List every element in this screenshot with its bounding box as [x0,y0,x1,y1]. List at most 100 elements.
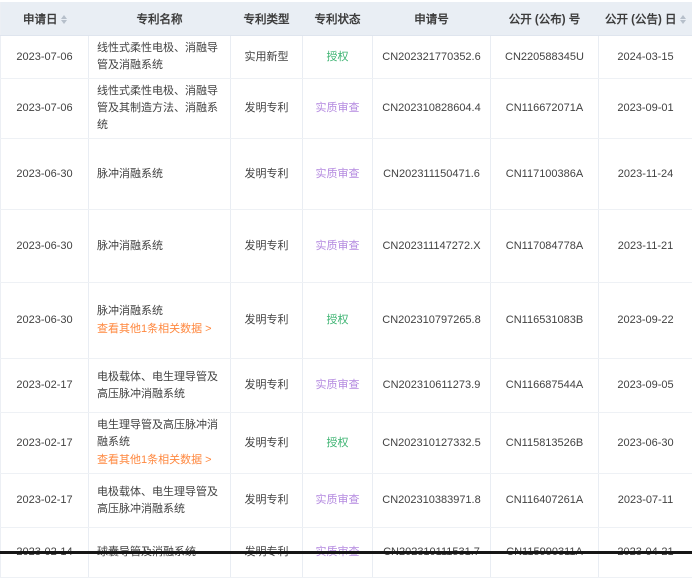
patent-name-cell: 线性式柔性电极、消融导管及消融系统 [89,36,231,79]
patent-name: 电极载体、电生理导管及高压脉冲消融系统 [97,369,222,403]
patent-name: 电生理导管及高压脉冲消融系统 [97,417,222,451]
publication-number-cell: CN115813526B [491,413,599,474]
application-number-cell: CN202310797265.8 [373,283,491,359]
view-related-data-link[interactable]: 查看其他1条相关数据 > [97,321,222,338]
status-badge: 实质审查 [316,102,360,114]
patent-name: 脉冲消融系统 [97,303,222,320]
patent-status-cell: 实质审查 [303,79,373,139]
publication-date-cell: 2023-09-05 [599,359,692,413]
status-badge: 授权 [327,51,349,63]
column-header-label: 申请号 [414,14,449,26]
patent-table-container: 申请日 专利名称 专利类型 专利状态 申请号 公开 (公布) 号 公开 (公告) 日 202… [0,0,692,578]
patent-status-cell: 授权 [303,36,373,79]
application-number-cell: CN202310383971.8 [373,474,491,528]
patent-name-cell: 电极载体、电生理导管及高压脉冲消融系统 [89,474,231,528]
column-header-label: 公开 (公布) 号 [509,14,581,26]
publication-number-cell: CN116687544A [491,359,599,413]
column-header-pub_no: 公开 (公布) 号 [491,2,599,36]
column-header-apply_date[interactable]: 申请日 [1,2,89,36]
status-badge: 授权 [327,314,349,326]
publication-date-cell: 2023-11-24 [599,139,692,210]
table-row: 2023-07-06线性式柔性电极、消融导管及消融系统实用新型 授权 CN20232… [1,36,692,79]
sort-icon[interactable] [680,15,686,24]
patent-type-cell: 发明专利 [231,210,303,283]
application-number-cell: CN202311147272.X [373,210,491,283]
publication-number-cell: CN117084778A [491,210,599,283]
application-number-cell: CN202310611273.9 [373,359,491,413]
column-header-label: 专利类型 [244,14,290,26]
table-row: 2023-02-17电极载体、电生理导管及高压脉冲消融系统发明专利 实质审查 CN2… [1,359,692,413]
application-number-cell: CN202311150471.6 [373,139,491,210]
patent-status-cell: 授权 [303,283,373,359]
column-header-name: 专利名称 [89,2,231,36]
publication-number-cell: CN116531083B [491,283,599,359]
patent-name: 线性式柔性电极、消融导管及其制造方法、消融系统 [97,83,222,134]
patent-status-cell: 实质审查 [303,474,373,528]
sort-icon[interactable] [61,15,67,24]
column-header-pub_date[interactable]: 公开 (公告) 日 [599,2,692,36]
patent-type-cell: 实用新型 [231,36,303,79]
patent-table-body: 2023-07-06线性式柔性电极、消融导管及消融系统实用新型授权CN20232… [1,36,692,578]
patent-status-cell: 实质审查 [303,139,373,210]
patent-name: 线性式柔性电极、消融导管及消融系统 [97,40,222,74]
patent-type-cell: 发明专利 [231,139,303,210]
patent-name-cell: 线性式柔性电极、消融导管及其制造方法、消融系统 [89,79,231,139]
patent-type-cell: 发明专利 [231,413,303,474]
view-related-data-link[interactable]: 查看其他1条相关数据 > [97,452,222,469]
patent-table: 申请日 专利名称 专利类型 专利状态 申请号 公开 (公布) 号 公开 (公告) 日 202… [0,2,692,578]
patent-type-cell: 发明专利 [231,283,303,359]
publication-number-cell: CN117100386A [491,139,599,210]
publication-date-cell: 2023-09-01 [599,79,692,139]
patent-status-cell: 授权 [303,413,373,474]
patent-status-cell: 实质审查 [303,359,373,413]
column-header-label: 申请日 [23,14,58,26]
patent-name-cell: 脉冲消融系统 [89,139,231,210]
column-header-label: 专利状态 [315,14,361,26]
table-row: 2023-06-30 脉冲消融系统发明专利 实质审查 CN202311147272.X… [1,210,692,283]
patent-type-cell: 发明专利 [231,79,303,139]
patent-status-cell: 实质审查 [303,210,373,283]
patent-name: 脉冲消融系统 [97,166,222,183]
patent-name-cell: 电极载体、电生理导管及高压脉冲消融系统 [89,359,231,413]
publication-number-cell: CN220588345U [491,36,599,79]
status-badge: 授权 [327,437,349,449]
application-number-cell: CN202310828604.4 [373,79,491,139]
patent-type-cell: 发明专利 [231,474,303,528]
apply-date-cell: 2023-02-17 [1,474,89,528]
apply-date-cell: 2023-06-30 [1,283,89,359]
patent-name-cell: 脉冲消融系统 [89,210,231,283]
publication-date-cell: 2023-07-11 [599,474,692,528]
column-header-app_no: 申请号 [373,2,491,36]
publication-number-cell: CN116407261A [491,474,599,528]
status-badge: 实质审查 [316,168,360,180]
patent-name: 脉冲消融系统 [97,238,222,255]
application-number-cell: CN202321770352.6 [373,36,491,79]
apply-date-cell: 2023-06-30 [1,210,89,283]
publication-date-cell: 2024-03-15 [599,36,692,79]
patent-name: 电极载体、电生理导管及高压脉冲消融系统 [97,484,222,518]
publication-date-cell: 2023-06-30 [599,413,692,474]
publication-date-cell: 2023-09-22 [599,283,692,359]
status-badge: 实质审查 [316,494,360,506]
patent-name-cell: 脉冲消融系统查看其他1条相关数据 > [89,283,231,359]
table-row: 2023-02-17电生理导管及高压脉冲消融系统查看其他1条相关数据 >发明专利… [1,413,692,474]
table-row: 2023-02-17电极载体、电生理导管及高压脉冲消融系统发明专利 实质审查 CN2… [1,474,692,528]
column-header-label: 专利名称 [137,14,183,26]
publication-number-cell: CN116672071A [491,79,599,139]
apply-date-cell: 2023-02-17 [1,359,89,413]
application-number-cell: CN202310127332.5 [373,413,491,474]
apply-date-cell: 2023-02-17 [1,413,89,474]
patent-type-cell: 发明专利 [231,359,303,413]
apply-date-cell: 2023-06-30 [1,139,89,210]
table-row: 2023-06-30脉冲消融系统查看其他1条相关数据 >发明专利授权CN2023… [1,283,692,359]
column-header-status: 专利状态 [303,2,373,36]
publication-date-cell: 2023-11-21 [599,210,692,283]
status-badge: 实质审查 [316,240,360,252]
apply-date-cell: 2023-07-06 [1,36,89,79]
table-row: 2023-06-30 脉冲消融系统发明专利 实质审查 CN202311150471.6… [1,139,692,210]
column-header-type: 专利类型 [231,2,303,36]
patent-name-cell: 电生理导管及高压脉冲消融系统查看其他1条相关数据 > [89,413,231,474]
apply-date-cell: 2023-07-06 [1,79,89,139]
status-badge: 实质审查 [316,379,360,391]
table-row: 2023-07-06线性式柔性电极、消融导管及其制造方法、消融系统发明专利 实质审… [1,79,692,139]
